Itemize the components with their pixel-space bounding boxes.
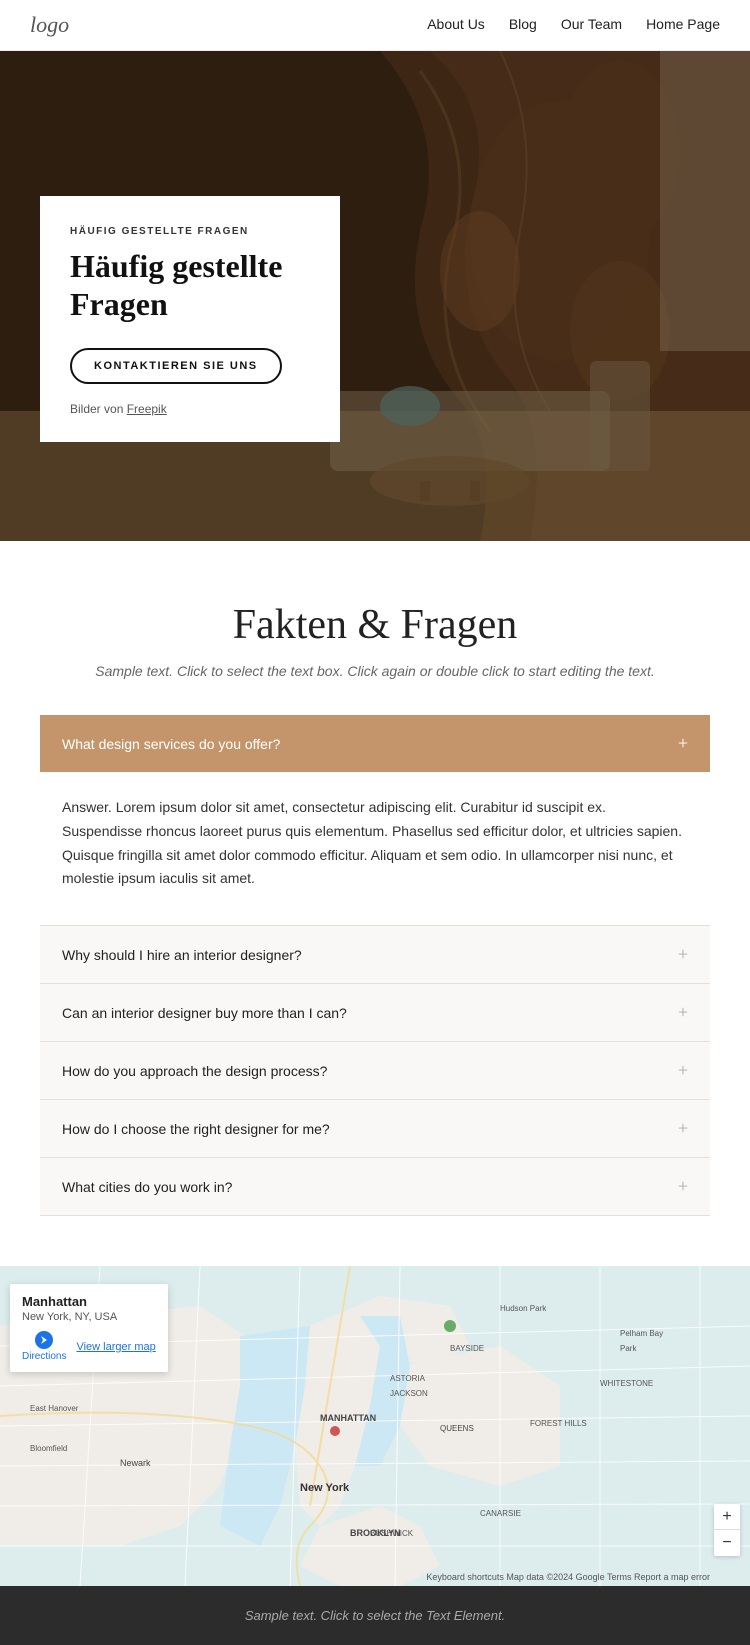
svg-text:Bloomfield: Bloomfield <box>30 1444 67 1453</box>
view-larger-map-link[interactable]: View larger map <box>76 1341 155 1353</box>
directions-icon <box>35 1331 53 1349</box>
hero-credit: Bilder von Freepik <box>70 402 310 416</box>
logo: logo <box>30 12 69 38</box>
svg-text:New York: New York <box>300 1482 350 1494</box>
svg-text:FOREST HILLS: FOREST HILLS <box>530 1419 587 1428</box>
faq-active-answer: Answer. Lorem ipsum dolor sit amet, cons… <box>40 772 710 915</box>
faq-main-subtitle: Sample text. Click to select the text bo… <box>40 663 710 679</box>
svg-text:CANARSIE: CANARSIE <box>480 1509 521 1518</box>
hero-credit-prefix: Bilder von <box>70 402 127 416</box>
footer: Sample text. Click to select the Text El… <box>0 1586 750 1645</box>
faq-row-2[interactable]: How do you approach the design process? … <box>40 1041 710 1099</box>
nav-team[interactable]: Our Team <box>561 16 622 32</box>
map-zoom-controls: + − <box>714 1504 740 1556</box>
svg-text:Hudson Park: Hudson Park <box>500 1304 547 1313</box>
faq-active-item[interactable]: What design services do you offer? + <box>40 715 710 772</box>
svg-text:BAYSIDE: BAYSIDE <box>450 1344 484 1353</box>
faq-row-3-label: How do I choose the right designer for m… <box>62 1121 330 1137</box>
nav-blog[interactable]: Blog <box>509 16 537 32</box>
svg-text:WHITESTONE: WHITESTONE <box>600 1379 653 1388</box>
faq-row-3-plus-icon: + <box>678 1118 688 1139</box>
map-popup-actions: Directions View larger map <box>22 1331 156 1362</box>
faq-row-1-plus-icon: + <box>678 1002 688 1023</box>
svg-text:East Hanover: East Hanover <box>30 1404 79 1413</box>
hero-section: Häufig gestellte Fragen Häufig gestellte… <box>0 51 750 541</box>
nav-home[interactable]: Home Page <box>646 16 720 32</box>
faq-section: Fakten & Fragen Sample text. Click to se… <box>0 541 750 1236</box>
svg-text:JACKSON: JACKSON <box>390 1389 428 1398</box>
faq-row-3[interactable]: How do I choose the right designer for m… <box>40 1099 710 1157</box>
faq-row-2-plus-icon: + <box>678 1060 688 1081</box>
svg-text:MANHATTAN: MANHATTAN <box>320 1413 376 1423</box>
svg-text:ASTORIA: ASTORIA <box>390 1374 426 1383</box>
navbar: logo About Us Blog Our Team Home Page <box>0 0 750 51</box>
faq-row-4-label: What cities do you work in? <box>62 1179 232 1195</box>
svg-text:QUEENS: QUEENS <box>440 1424 474 1433</box>
faq-row-2-label: How do you approach the design process? <box>62 1063 327 1079</box>
faq-row-0[interactable]: Why should I hire an interior designer? … <box>40 925 710 983</box>
freepik-link[interactable]: Freepik <box>127 402 167 416</box>
faq-row-0-label: Why should I hire an interior designer? <box>62 947 302 963</box>
zoom-out-button[interactable]: − <box>714 1530 740 1556</box>
svg-text:Newark: Newark <box>120 1458 151 1468</box>
directions-label: Directions <box>22 1351 66 1362</box>
map-attribution: Keyboard shortcuts Map data ©2024 Google… <box>426 1572 710 1582</box>
map-section: MANHATTAN BROOKLYN QUEENS Newark New Yor… <box>0 1266 750 1586</box>
map-popup-address: New York, NY, USA <box>22 1311 156 1323</box>
faq-list: Why should I hire an interior designer? … <box>40 925 710 1216</box>
nav-links: About Us Blog Our Team Home Page <box>427 16 720 34</box>
faq-active-plus-icon: + <box>678 733 688 754</box>
faq-main-title: Fakten & Fragen <box>40 601 710 649</box>
faq-row-4-plus-icon: + <box>678 1176 688 1197</box>
svg-text:BUSHWICK: BUSHWICK <box>370 1529 414 1538</box>
faq-row-1[interactable]: Can an interior designer buy more than I… <box>40 983 710 1041</box>
map-popup-title: Manhattan <box>22 1294 156 1309</box>
faq-row-1-label: Can an interior designer buy more than I… <box>62 1005 347 1021</box>
hero-subtitle: Häufig gestellte Fragen <box>70 226 310 237</box>
nav-about[interactable]: About Us <box>427 16 485 32</box>
directions-button[interactable]: Directions <box>22 1331 66 1362</box>
zoom-in-button[interactable]: + <box>714 1504 740 1530</box>
faq-active-question: What design services do you offer? <box>62 736 280 752</box>
contact-button[interactable]: Kontaktieren Sie uns <box>70 348 282 384</box>
hero-card: Häufig gestellte Fragen Häufig gestellte… <box>40 196 340 442</box>
hero-title: Häufig gestellte Fragen <box>70 247 310 324</box>
faq-row-0-plus-icon: + <box>678 944 688 965</box>
svg-text:Pelham Bay: Pelham Bay <box>620 1329 663 1338</box>
svg-text:Park: Park <box>620 1344 637 1353</box>
faq-row-4[interactable]: What cities do you work in? + <box>40 1157 710 1216</box>
map-popup: Manhattan New York, NY, USA Directions V… <box>10 1284 168 1372</box>
footer-text: Sample text. Click to select the Text El… <box>30 1608 720 1623</box>
